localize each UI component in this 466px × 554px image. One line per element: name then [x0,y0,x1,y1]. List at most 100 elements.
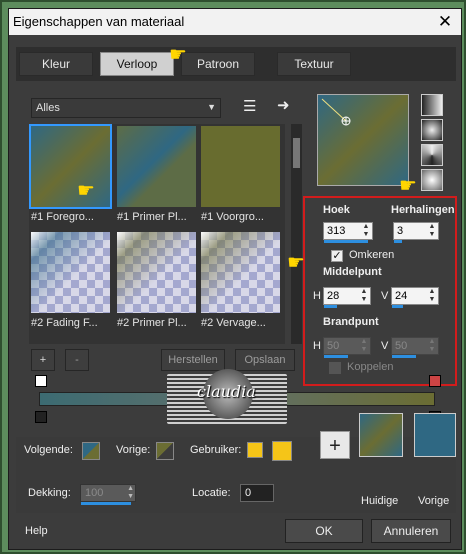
arrow-right-icon[interactable]: ➜ [277,96,290,114]
gallery-item[interactable] [31,232,110,313]
herhalingen-slider[interactable] [394,240,402,243]
gallery-item[interactable] [117,232,196,313]
locatie-value: 0 [245,487,252,499]
title-bar: Eigenschappen van materiaal ✕ [9,9,461,35]
tab-verloop[interactable]: Verloop [100,52,174,76]
omkeren-checkbox[interactable]: ✓ [331,250,343,262]
spin-arrows-icon[interactable]: ▲ ▼ [361,223,371,239]
rectangular-style-button[interactable] [421,119,443,141]
gallery-caption: #2 Vervage... [201,317,266,329]
sunburst-style-button[interactable] [421,144,443,166]
gallery-item[interactable] [201,126,280,207]
outer-frame: Eigenschappen van materiaal ✕ Kleur Verl… [0,0,466,554]
dekking-label: Dekking: [28,487,71,499]
save-button[interactable]: Opslaan [235,349,295,371]
spin-arrows-icon[interactable]: ▲ ▼ [427,288,437,304]
spin-arrows-icon[interactable]: ▲ ▼ [359,338,369,354]
spin-arrows-icon[interactable]: ▲ ▼ [359,288,369,304]
dekking-value: 100 [85,487,104,499]
huidige-swatch[interactable] [359,413,403,457]
tab-patroon[interactable]: Patroon [181,52,255,76]
remove-gradient-button[interactable]: - [65,349,89,371]
vorige-label: Vorige: [116,444,151,456]
gradient-stop-end[interactable] [429,375,441,387]
spin-arrows-icon[interactable]: ▲ ▼ [427,338,437,354]
pointer-hand-icon: ☛ [169,44,187,66]
window-title: Eigenschappen van materiaal [13,14,185,29]
scroll-thumb[interactable] [293,138,300,168]
middel-v-label: V [381,290,389,302]
middel-v-value: 24 [395,290,408,302]
cancel-button[interactable]: Annuleren [371,519,451,543]
gallery-caption: #1 Primer Pl... [117,211,187,223]
locatie-label: Locatie: [192,487,231,499]
add-gradient-button[interactable]: + [31,349,55,371]
vorige-swatch[interactable] [156,442,174,460]
herhalingen-input[interactable]: 3 ▲ ▼ [393,222,439,243]
omkeren-label: Omkeren [349,249,395,261]
angle-indicator [321,98,351,126]
volgende-swatch[interactable] [82,442,100,460]
brand-v-label: V [381,340,389,352]
add-color-button[interactable]: + [320,431,350,459]
middelpunt-v-input[interactable]: 24 ▲ ▼ [391,287,439,308]
color-stop-start[interactable] [35,411,47,423]
ok-button[interactable]: OK [285,519,363,543]
brandpunt-v-input[interactable]: 50 ▲ ▼ [391,337,439,358]
herhalingen-label: Herhalingen [391,204,455,216]
gradient-stop-start[interactable] [35,375,47,387]
brand-h-label: H [313,340,321,352]
spin-arrows-icon[interactable]: ▲ ▼ [427,223,437,239]
middel-h-label: H [313,290,321,302]
spin-arrows-icon[interactable]: ▲ ▼ [127,485,134,501]
gallery-scrollbar[interactable] [291,124,302,344]
restore-button[interactable]: Herstellen [161,349,225,371]
huidige-label: Huidige [361,495,399,507]
category-dropdown[interactable]: Alles ▼ [31,98,221,118]
fade-overlay [201,232,280,313]
watermark-text: claudia [197,382,256,401]
brand-v-value: 50 [395,340,408,352]
brandpunt-h-input[interactable]: 50 ▲ ▼ [323,337,371,358]
hoek-slider[interactable] [324,240,368,243]
gallery-item[interactable] [201,232,280,313]
gradient-preview[interactable] [317,94,409,186]
radial-style-button[interactable] [421,169,443,191]
linear-style-button[interactable] [421,94,443,116]
close-icon[interactable]: ✕ [435,12,455,32]
category-value: Alles [36,102,60,114]
brandpunt-label: Brandpunt [323,316,379,328]
fade-overlay [31,232,110,313]
fade-overlay [117,232,196,313]
middel-v-slider[interactable] [392,305,403,308]
locatie-input[interactable]: 0 [240,484,274,502]
gebruiker-swatch[interactable] [272,441,292,461]
help-link[interactable]: Help [25,525,48,537]
tab-textuur[interactable]: Textuur [277,52,351,76]
vorige-color-swatch[interactable] [414,413,456,457]
pointer-hand-icon: ☛ [77,180,95,202]
resources-icon[interactable]: ☰ [243,97,256,115]
gebruiker-swatch-small[interactable] [247,442,263,458]
hoek-label: Hoek [323,204,350,216]
gallery-item[interactable] [29,124,112,209]
middel-h-slider[interactable] [324,305,337,308]
brand-v-slider[interactable] [392,355,416,358]
gradient-gallery: #1 Foregro... ☛ #1 Primer Pl... #1 Voorg… [29,124,285,344]
hoek-input[interactable]: 313 ▲ ▼ [323,222,373,243]
herhalingen-value: 3 [397,225,404,237]
gallery-caption: #2 Primer Pl... [117,317,187,329]
volgende-label: Volgende: [24,444,73,456]
brand-h-slider[interactable] [324,355,348,358]
gallery-item[interactable] [117,126,196,207]
dekking-slider[interactable] [81,502,131,505]
dekking-input[interactable]: 100 ▲ ▼ [80,484,136,505]
dialog-window: Eigenschappen van materiaal ✕ Kleur Verl… [8,8,462,550]
gallery-caption: #2 Fading F... [31,317,98,329]
tab-kleur[interactable]: Kleur [19,52,93,76]
pointer-hand-icon: ☛ [399,175,417,197]
watermark: claudia [167,369,287,424]
middelpunt-h-input[interactable]: 28 ▲ ▼ [323,287,371,308]
vorige-swatch-label: Vorige [418,495,450,507]
pointer-hand-icon: ☛ [287,252,305,274]
